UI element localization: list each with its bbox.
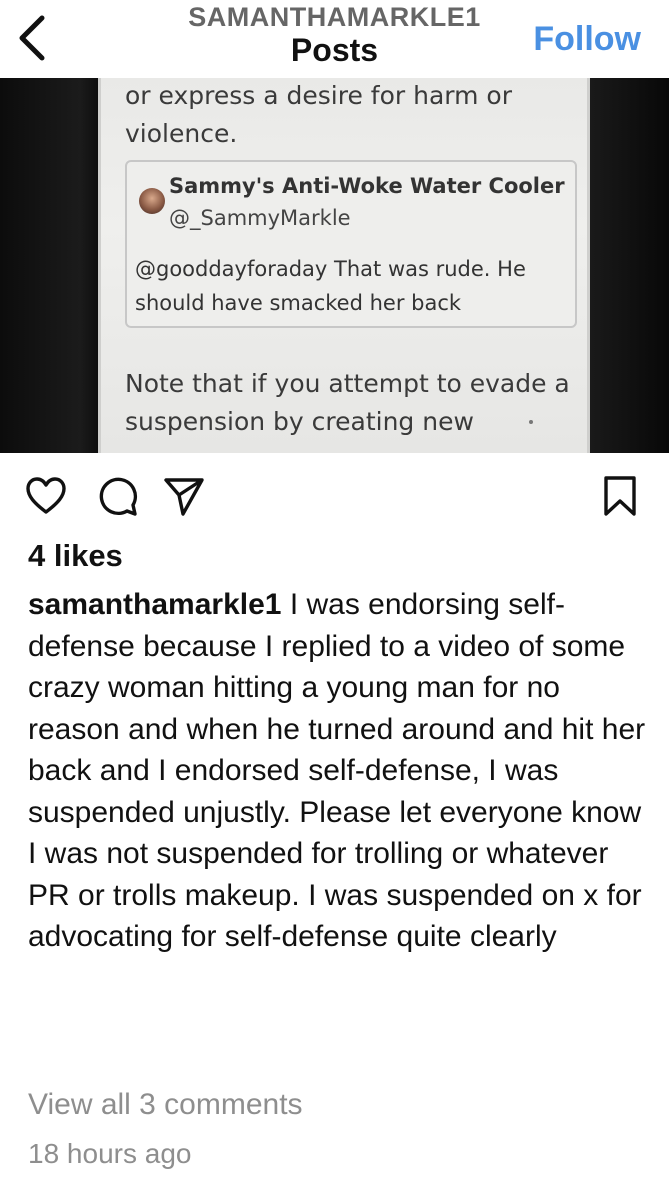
avatar [139,188,165,214]
quoted-tweet-name: Sammy's Anti-Woke Water Cooler [169,174,565,198]
heart-icon[interactable] [24,474,68,518]
share-icon[interactable] [162,474,206,518]
follow-button[interactable]: Follow [533,20,641,59]
post-image[interactable]: or express a desire for harm or violence… [0,78,669,453]
quoted-tweet-handle: @_SammyMarkle [169,206,351,230]
screen-text-line: or express a desire for harm or [125,81,512,110]
caption-text: I was endorsing self-defense because I r… [28,588,646,953]
screen-text-line: suspension by creating new [125,407,474,436]
header-bar: SAMANTHAMARKLE1 Posts Follow [0,0,669,78]
quoted-tweet-body: @gooddayforaday That was rude. He should… [135,257,526,315]
post-actions [0,470,669,520]
screen-text-line: violence. [125,119,238,148]
screen-speck [529,420,533,424]
screen-text-line: Note that if you attempt to evade a [125,369,570,398]
caption-username[interactable]: samanthamarkle1 [28,588,281,621]
likes-count[interactable]: 4 likes [28,538,123,574]
view-comments-link[interactable]: View all 3 comments [28,1088,303,1122]
post-caption: samanthamarkle1 I was endorsing self-def… [28,584,648,958]
post-timestamp: 18 hours ago [28,1138,192,1169]
bookmark-icon[interactable] [598,474,642,518]
comment-icon[interactable] [96,474,140,518]
phone-screen: or express a desire for harm or violence… [98,78,590,453]
quoted-tweet: Sammy's Anti-Woke Water Cooler @_SammyMa… [125,160,577,328]
